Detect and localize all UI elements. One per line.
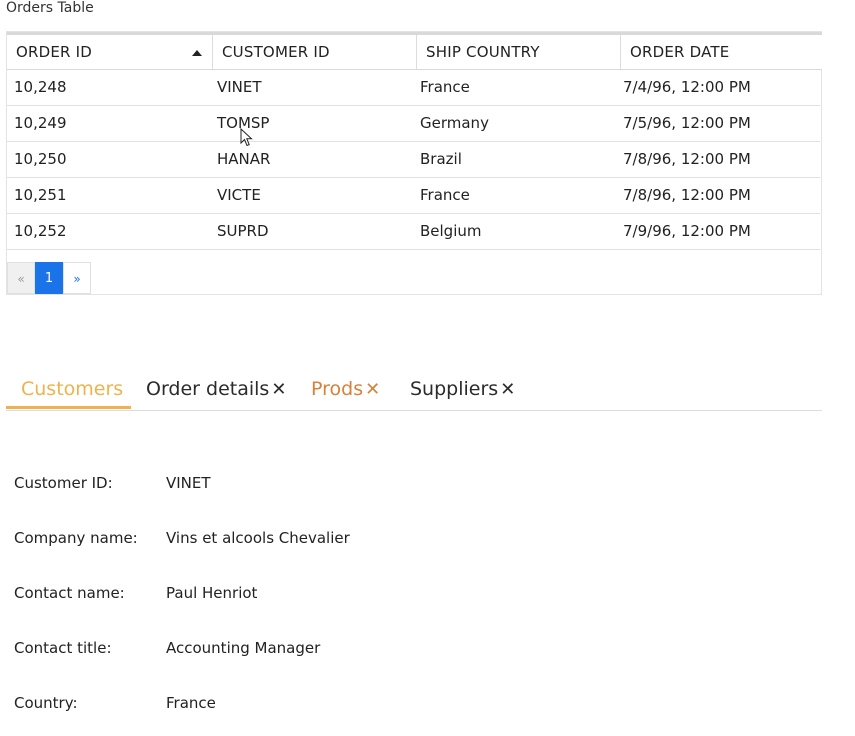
column-header-label: SHIP COUNTRY — [426, 43, 540, 61]
cell-ship-country: Brazil — [420, 150, 462, 168]
cell-customer-id: VICTE — [217, 186, 261, 204]
cell-order-id: 10,249 — [14, 114, 67, 132]
tab-label: Suppliers — [410, 378, 499, 400]
field-label: Contact name: — [14, 584, 125, 602]
field-label: Company name: — [14, 529, 138, 547]
cell-ship-country: Germany — [420, 114, 489, 132]
field-value: France — [166, 694, 216, 712]
table-row[interactable]: 10,250 HANAR Brazil 7/8/96, 12:00 PM — [7, 142, 820, 178]
tab-suppliers[interactable]: Suppliers ✕ — [410, 373, 515, 409]
field-label: Contact title: — [14, 639, 112, 657]
pager-page-button[interactable]: 1 — [35, 262, 63, 294]
column-header-ship-country[interactable]: SHIP COUNTRY — [417, 35, 621, 69]
cell-order-date: 7/4/96, 12:00 PM — [623, 78, 751, 96]
pager-next-button[interactable]: » — [63, 262, 91, 294]
cell-order-id: 10,248 — [14, 78, 67, 96]
table-row[interactable]: 10,251 VICTE France 7/8/96, 12:00 PM — [7, 178, 820, 214]
cell-order-date: 7/5/96, 12:00 PM — [623, 114, 751, 132]
grid-body: 10,248 VINET France 7/4/96, 12:00 PM 10,… — [7, 70, 820, 250]
tab-order-details[interactable]: Order details ✕ — [146, 373, 286, 409]
column-header-order-date[interactable]: ORDER DATE — [621, 35, 822, 69]
cell-order-id: 10,251 — [14, 186, 67, 204]
detail-field-contact-title: Contact title: Accounting Manager — [14, 629, 514, 665]
cell-order-date: 7/8/96, 12:00 PM — [623, 186, 751, 204]
column-header-label: CUSTOMER ID — [222, 43, 330, 61]
field-value: Accounting Manager — [166, 639, 321, 657]
field-value: Paul Henriot — [166, 584, 258, 602]
column-header-customer-id[interactable]: CUSTOMER ID — [213, 35, 417, 69]
table-row[interactable]: 10,248 VINET France 7/4/96, 12:00 PM — [7, 70, 820, 106]
cell-order-date: 7/9/96, 12:00 PM — [623, 222, 751, 240]
mouse-pointer-icon — [240, 128, 253, 147]
field-label: Customer ID: — [14, 474, 113, 492]
table-row[interactable]: 10,252 SUPRD Belgium 7/9/96, 12:00 PM — [7, 214, 820, 250]
tab-prods[interactable]: Prods ✕ — [311, 373, 380, 409]
cell-ship-country: France — [420, 186, 470, 204]
grid-header: ORDER ID CUSTOMER ID SHIP COUNTRY ORDER … — [7, 32, 822, 70]
tab-label: Customers — [21, 378, 124, 400]
tab-label: Order details — [146, 378, 270, 400]
cell-ship-country: Belgium — [420, 222, 482, 240]
field-value: VINET — [166, 474, 211, 492]
grid-title: Orders Table — [6, 0, 94, 16]
sort-ascending-icon — [192, 50, 202, 56]
column-header-label: ORDER ID — [16, 43, 93, 61]
field-label: Country: — [14, 694, 78, 712]
cell-order-date: 7/8/96, 12:00 PM — [623, 150, 751, 168]
cell-customer-id: VINET — [217, 78, 262, 96]
detail-field-country: Country: France — [14, 684, 514, 720]
table-row[interactable]: 10,249 TOMSP Germany 7/5/96, 12:00 PM — [7, 106, 820, 142]
tab-label: Prods — [311, 378, 364, 400]
detail-field-company-name: Company name: Vins et alcools Chevalier — [14, 519, 514, 555]
detail-field-customer-id: Customer ID: VINET — [14, 464, 514, 500]
detail-field-contact-name: Contact name: Paul Henriot — [14, 574, 514, 610]
close-icon[interactable]: ✕ — [271, 379, 286, 400]
close-icon[interactable]: ✕ — [365, 379, 380, 400]
orders-grid: ORDER ID CUSTOMER ID SHIP COUNTRY ORDER … — [6, 31, 822, 295]
close-icon[interactable]: ✕ — [500, 379, 515, 400]
tab-strip: Customers Order details ✕ Prods ✕ Supplier… — [6, 373, 822, 411]
cell-ship-country: France — [420, 78, 470, 96]
cell-customer-id: SUPRD — [217, 222, 269, 240]
column-header-order-id[interactable]: ORDER ID — [7, 35, 213, 69]
column-header-label: ORDER DATE — [630, 43, 730, 61]
pager: « 1 » — [7, 262, 91, 295]
field-value: Vins et alcools Chevalier — [166, 529, 350, 547]
cell-order-id: 10,250 — [14, 150, 67, 168]
tab-customers[interactable]: Customers — [6, 373, 131, 409]
pager-prev-button[interactable]: « — [7, 262, 35, 294]
cell-order-id: 10,252 — [14, 222, 67, 240]
